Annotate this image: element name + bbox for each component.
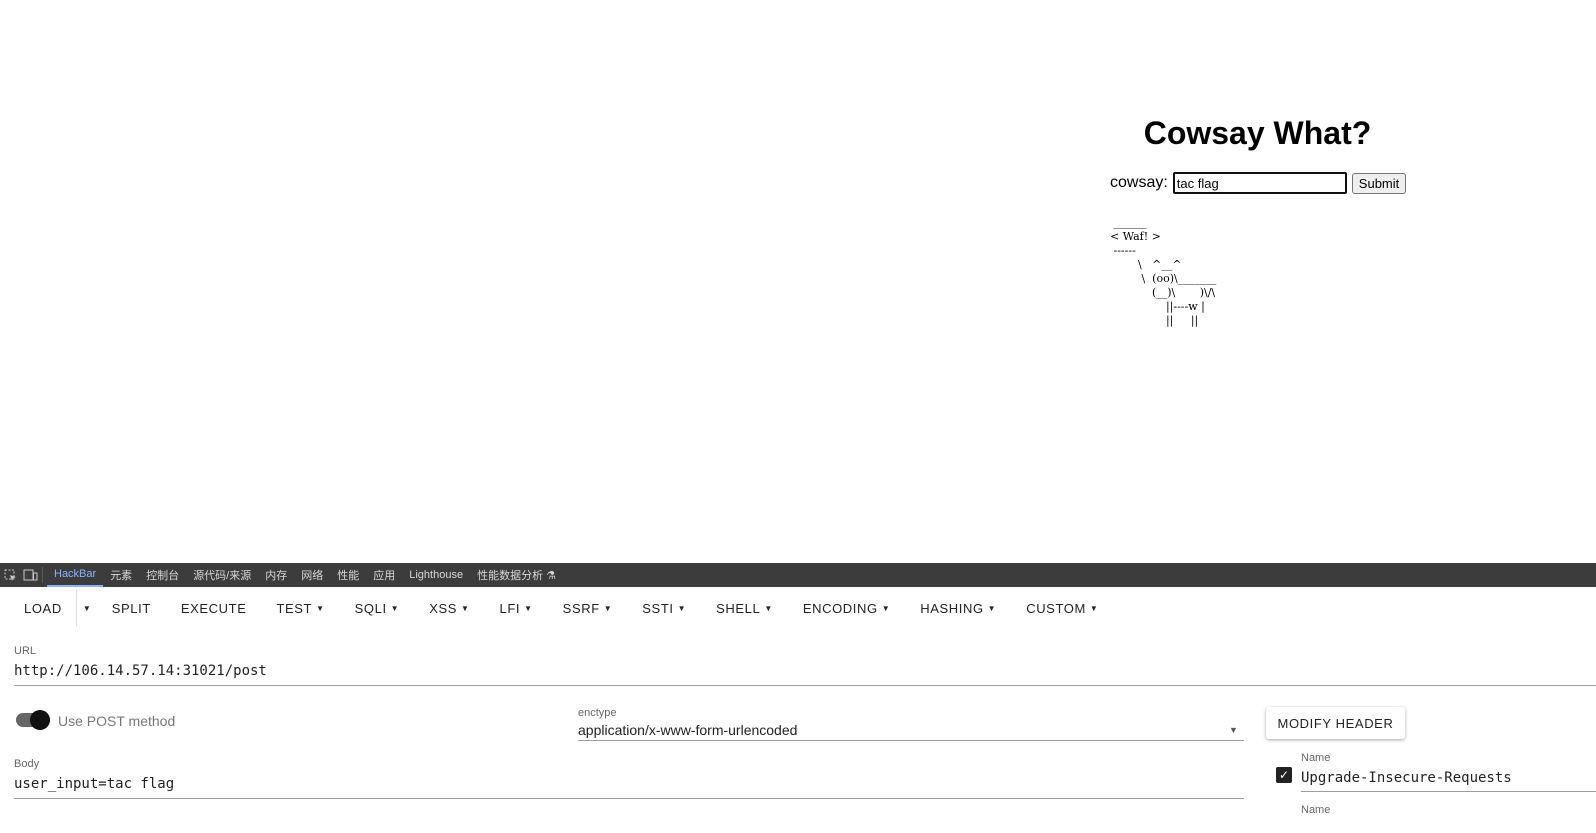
tab-lighthouse[interactable]: Lighthouse <box>402 563 470 587</box>
shell-label: SHELL <box>716 600 761 616</box>
enctype-underline <box>578 740 1244 741</box>
caret-down-icon: ▼ <box>1089 603 1099 613</box>
url-label: URL <box>14 645 37 657</box>
enctype-label: enctype <box>578 707 617 719</box>
hashing-label: HASHING <box>920 600 984 616</box>
hackbar-toolbar: LOAD ▼ SPLIT EXECUTE TEST ▼ SQLI ▼ XSS ▼ LF… <box>0 587 1596 629</box>
shell-menu-button[interactable]: SHELL ▼ <box>701 590 788 626</box>
tab-console[interactable]: 控制台 <box>139 563 186 587</box>
xss-menu-button[interactable]: XSS ▼ <box>414 590 484 626</box>
custom-label: CUSTOM <box>1026 600 1086 616</box>
url-input[interactable]: http://106.14.57.14:31021/post <box>14 663 267 679</box>
caret-down-icon: ▼ <box>881 603 891 613</box>
lfi-label: LFI <box>499 600 521 616</box>
cowsay-label: cowsay: <box>1110 174 1168 191</box>
caret-down-icon: ▼ <box>390 603 400 613</box>
post-method-toggle[interactable] <box>16 710 50 730</box>
cowsay-input[interactable] <box>1172 172 1347 194</box>
body-input[interactable]: user_input=tac flag <box>14 776 174 792</box>
tab-hackbar[interactable]: HackBar <box>47 563 104 587</box>
cowsay-form: cowsay: Submit <box>1110 171 1407 195</box>
ssti-menu-button[interactable]: SSTI ▼ <box>627 590 701 626</box>
body-underline <box>14 798 1244 799</box>
test-menu-button[interactable]: TEST ▼ <box>261 590 339 626</box>
caret-down-icon: ▼ <box>987 603 997 613</box>
custom-menu-button[interactable]: CUSTOM ▼ <box>1011 590 1113 626</box>
ssrf-label: SSRF <box>562 600 600 616</box>
sqli-label: SQLI <box>354 600 387 616</box>
ssrf-menu-button[interactable]: SSRF ▼ <box>548 590 628 626</box>
ssti-label: SSTI <box>642 600 674 616</box>
post-method-label: Use POST method <box>58 713 176 729</box>
tab-elements[interactable]: 元素 <box>103 563 139 587</box>
submit-button[interactable]: Submit <box>1351 172 1407 194</box>
tab-performance[interactable]: 性能 <box>330 563 366 587</box>
lfi-menu-button[interactable]: LFI ▼ <box>485 590 548 626</box>
load-dropdown-icon[interactable]: ▼ <box>75 590 97 626</box>
dropdown-arrow-icon[interactable]: ▼ <box>1229 725 1238 735</box>
tab-application[interactable]: 应用 <box>366 563 402 587</box>
sqli-menu-button[interactable]: SQLI ▼ <box>340 590 415 626</box>
caret-down-icon: ▼ <box>524 603 533 613</box>
xss-label: XSS <box>429 600 458 616</box>
header-name-input[interactable]: Upgrade-Insecure-Requests <box>1301 770 1512 786</box>
devtools-panel: HackBar 元素 控制台 源代码/来源 内存 网络 性能 应用 Lighth… <box>0 563 1596 833</box>
tab-memory[interactable]: 内存 <box>258 563 294 587</box>
url-underline <box>14 685 1596 686</box>
devtools-tabbar: HackBar 元素 控制台 源代码/来源 内存 网络 性能 应用 Lighth… <box>0 563 1596 587</box>
tab-network[interactable]: 网络 <box>294 563 330 587</box>
split-label: SPLIT <box>111 600 151 616</box>
hashing-menu-button[interactable]: HASHING ▼ <box>905 590 1011 626</box>
device-toolbar-icon[interactable] <box>20 563 40 587</box>
inspect-icon[interactable] <box>0 563 20 587</box>
toggle-knob <box>30 710 50 730</box>
encoding-label: ENCODING <box>802 600 878 616</box>
header-name-label: Name <box>1301 752 1331 764</box>
cowsay-output: ______ < Waf! > ------ \ ^__^ \ (oo)\___… <box>1110 216 1217 327</box>
encoding-menu-button[interactable]: ENCODING ▼ <box>788 590 905 626</box>
caret-down-icon: ▼ <box>764 603 773 613</box>
execute-label: EXECUTE <box>180 600 247 616</box>
page-title: Cowsay What? <box>1143 115 1372 151</box>
tab-sources[interactable]: 源代码/来源 <box>186 563 258 587</box>
body-label: Body <box>14 758 40 770</box>
load-button[interactable]: LOAD <box>10 590 76 626</box>
execute-button[interactable]: EXECUTE <box>166 590 262 626</box>
caret-down-icon: ▼ <box>603 603 613 613</box>
tab-performance-insights[interactable]: 性能数据分析 ⚗ <box>470 563 563 587</box>
header-name-label: Name <box>1301 804 1331 816</box>
tabbar-divider <box>42 567 43 583</box>
split-button[interactable]: SPLIT <box>97 590 166 626</box>
header-enabled-checkbox[interactable]: ✓ <box>1276 767 1292 783</box>
header-name-underline <box>1301 791 1596 792</box>
page-viewport: Cowsay What? cowsay: Submit ______ < Waf… <box>0 0 1596 563</box>
enctype-select[interactable]: application/x-www-form-urlencoded <box>578 722 797 738</box>
test-label: TEST <box>276 600 313 616</box>
caret-down-icon: ▼ <box>316 603 325 613</box>
modify-header-button[interactable]: MODIFY HEADER <box>1266 707 1405 739</box>
caret-down-icon: ▼ <box>461 603 470 613</box>
caret-down-icon: ▼ <box>677 603 687 613</box>
